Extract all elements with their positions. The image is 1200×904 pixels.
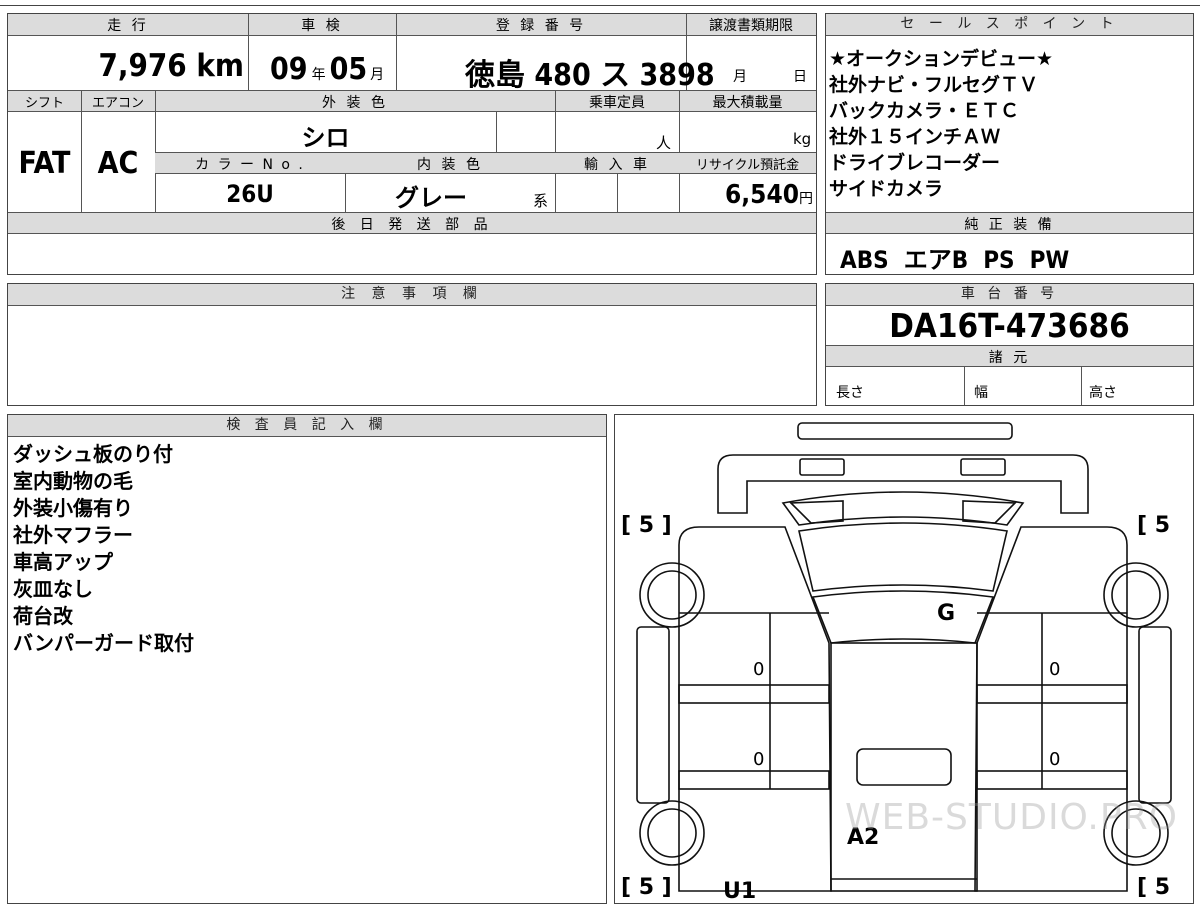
vehicle-diagram-box: [ 5 ] [ 5 [ 5 ] [ 5 G A2 U1 0 0 0 0 WEB-… — [614, 414, 1194, 904]
inspection-year-unit: 年 — [311, 67, 326, 83]
divider — [679, 90, 680, 212]
capacity-label: 乗車定員 — [589, 95, 645, 111]
damage-mark-zero: 0 — [753, 659, 765, 680]
inspection-date: 09 年 05 月 — [270, 52, 384, 87]
rear-right-tire-label: [ 5 — [1137, 875, 1171, 900]
rear-left-tire-label: [ 5 ] — [621, 875, 672, 900]
transfer-label: 譲渡書類期限 — [709, 18, 793, 34]
sales-point-item: 社外１５インチＡＷ — [829, 126, 1001, 148]
sales-point-item: サイドカメラ — [829, 178, 944, 200]
divider — [964, 367, 965, 405]
vehicle-info-box: 走 行 車 検 登 録 番 号 譲渡書類期限 7,976 km 09 年 05 月 徳… — [7, 13, 817, 275]
sales-point-item: バックカメラ・ＥＴＣ — [829, 100, 1020, 122]
sales-points-header: セ ー ル ス ポ イ ン ト — [826, 14, 1193, 36]
mileage-label: 走 行 — [107, 18, 149, 34]
inspector-line: 社外マフラー — [13, 523, 133, 547]
inspector-header: 検 査 員 記 入 欄 — [8, 415, 606, 437]
front-left-tire-label: [ 5 ] — [621, 513, 672, 538]
inspector-line: バンパーガード取付 — [13, 631, 194, 655]
damage-mark-zero: 0 — [1049, 659, 1061, 680]
transfer-month-unit: 月 — [733, 69, 747, 85]
sales-point-item: ドライブレコーダー — [829, 152, 1001, 174]
inspection-year: 09 — [270, 52, 308, 87]
damage-mark-zero: 0 — [753, 749, 765, 770]
shift-label: シフト — [24, 96, 64, 111]
chassis-box: 車 台 番 号 DA16T-473686 諸 元 長さ 幅 高さ — [825, 283, 1194, 406]
inspector-line: 灰皿なし — [13, 577, 93, 601]
notes-header: 注 意 事 項 欄 — [8, 284, 816, 306]
divider — [248, 14, 249, 90]
inspector-line: ダッシュ板のり付 — [13, 442, 173, 466]
maxload-unit: kg — [793, 130, 812, 148]
registration-label: 登 録 番 号 — [495, 18, 587, 34]
interior-suffix: 系 — [533, 192, 549, 210]
sales-point-item: 社外ナビ・フルセグＴＶ — [829, 74, 1039, 96]
genuine-value: ABS エアB PS PW — [840, 246, 1070, 274]
inspector-notes: ダッシュ板のり付 室内動物の毛 外装小傷有り 社外マフラー 車高アップ 灰皿なし… — [13, 441, 603, 657]
inspection-month: 05 — [329, 52, 368, 87]
top-clipped-strip — [0, 0, 1200, 6]
inspector-line: 外装小傷有り — [13, 496, 133, 520]
spec-length: 長さ — [836, 385, 864, 401]
recycle-amount: 6,540 — [725, 180, 799, 210]
inspection-month-unit: 月 — [370, 67, 385, 83]
front-right-tire-label: [ 5 — [1137, 513, 1171, 538]
sales-points-list: ★オークションデビュー★ 社外ナビ・フルセグＴＶ バックカメラ・ＥＴＣ 社外１５… — [829, 46, 1189, 202]
divider — [1081, 367, 1082, 405]
import-label: 輸 入 車 — [584, 157, 650, 173]
capacity-unit: 人 — [656, 134, 672, 152]
recycle-value: 6,540円 — [725, 180, 813, 210]
registration-value: 徳島 480 ス 3898 — [465, 58, 715, 93]
genuine-label: 純 正 装 備 — [964, 217, 1055, 233]
divider — [617, 174, 618, 212]
mileage-value: 7,976 km — [98, 48, 244, 84]
interior-value: グレー — [395, 184, 467, 212]
exterior-label: 外 装 色 — [322, 95, 388, 111]
divider — [396, 14, 397, 90]
sales-points-box: セ ー ル ス ポ イ ン ト ★オークションデビュー★ 社外ナビ・フルセグＴＶ… — [825, 13, 1194, 275]
divider — [555, 90, 556, 212]
recycle-label: リサイクル預託金 — [695, 158, 800, 173]
recycle-unit: 円 — [799, 191, 813, 207]
aircon-value: AC — [97, 146, 139, 181]
damage-mark-g: G — [937, 601, 956, 626]
sales-point-item: ★オークションデビュー★ — [829, 48, 1054, 70]
chassis-header: 車 台 番 号 — [826, 284, 1193, 306]
inspection-label: 車 検 — [301, 18, 343, 34]
spec-width: 幅 — [974, 385, 988, 401]
inspector-line: 荷台改 — [13, 604, 73, 628]
color-no-label: カ ラ ー N o . — [195, 157, 305, 173]
color-no-value: 26U — [226, 180, 274, 208]
damage-mark-zero: 0 — [1049, 749, 1061, 770]
shift-value: FAT — [18, 146, 71, 181]
notes-box: 注 意 事 項 欄 — [7, 283, 817, 406]
aircon-label: エアコン — [91, 96, 144, 111]
spec-label: 諸 元 — [988, 350, 1031, 366]
exterior-value: シロ — [301, 124, 350, 152]
watermark: WEB-STUDIO.PRO — [845, 797, 1178, 838]
spec-height: 高さ — [1089, 385, 1117, 401]
chassis-number: DA16T-473686 — [889, 306, 1130, 345]
inspector-line: 車高アップ — [13, 550, 113, 574]
transfer-day-unit: 日 — [793, 69, 807, 85]
damage-mark-u1: U1 — [723, 879, 757, 904]
later-parts-label: 後 日 発 送 部 品 — [331, 217, 493, 233]
interior-label: 内 装 色 — [417, 157, 483, 173]
inspector-box: 検 査 員 記 入 欄 ダッシュ板のり付 室内動物の毛 外装小傷有り 社外マフラ… — [7, 414, 607, 904]
maxload-label: 最大積載量 — [712, 95, 783, 111]
inspector-line: 室内動物の毛 — [13, 469, 133, 493]
divider — [496, 112, 497, 152]
